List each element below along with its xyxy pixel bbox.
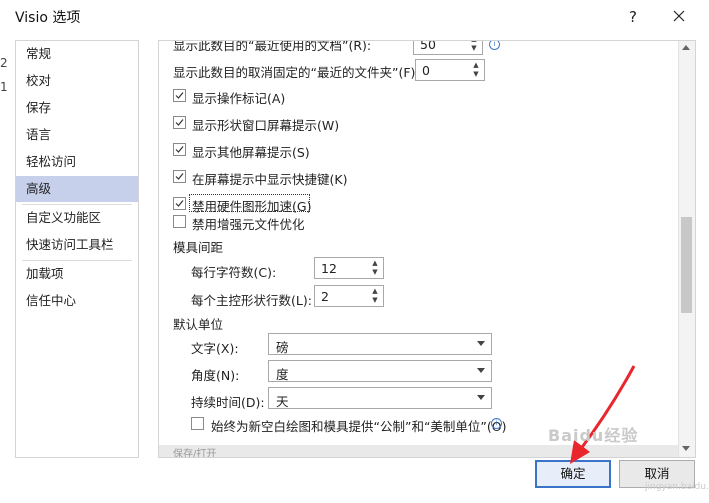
angle-unit-label: 角度(N):	[191, 368, 240, 383]
spin-up-icon[interactable]: ▲	[370, 259, 380, 268]
text-unit-select[interactable]: 磅	[268, 333, 492, 355]
scroll-down-icon[interactable]	[682, 446, 690, 451]
chevron-down-icon	[477, 368, 485, 373]
watermark: Baidu经验	[548, 426, 639, 445]
annotation-arrow	[570, 365, 636, 464]
check-icon	[175, 173, 184, 180]
info-icon: i	[489, 41, 500, 50]
recent-documents-spinner[interactable]: 50 ▲ ▼	[413, 40, 483, 55]
chars-per-row-spinner[interactable]: 12 ▲ ▼	[314, 257, 384, 279]
background-fragment: 2	[0, 56, 8, 70]
info-icon: i	[491, 418, 502, 429]
chars-per-row-value: 12	[321, 261, 337, 276]
sidebar-item-trust-center[interactable]: 信任中心	[16, 288, 138, 314]
check-icon	[175, 200, 184, 207]
pinned-folders-label: 显示此数目的取消固定的“最近的文件夹”(F):	[173, 65, 420, 80]
disable-hardware-acceleration-label: 禁用硬件图形加速(G)	[192, 199, 312, 214]
text-unit-value: 磅	[276, 340, 289, 355]
check-icon	[175, 146, 184, 153]
sidebar-item-quick-access-toolbar[interactable]: 快速访问工具栏	[16, 232, 138, 258]
disable-hardware-acceleration-checkbox[interactable]	[173, 197, 186, 210]
pinned-folders-spinner[interactable]: 0 ▲ ▼	[415, 59, 485, 81]
show-other-tips-label: 显示其他屏幕提示(S)	[192, 145, 310, 160]
recent-documents-value: 50	[420, 40, 436, 52]
text-unit-label: 文字(X):	[191, 341, 239, 356]
spin-down-icon[interactable]: ▼	[370, 268, 380, 277]
disable-enhanced-metafile-checkbox[interactable]	[173, 215, 186, 228]
recent-documents-label: 显示此数目的“最近使用的文档”(R):	[173, 40, 372, 53]
metric-us-units-label: 始终为新空白绘图和模具提供“公制”和“美制单位”(O)	[211, 419, 507, 434]
scrollbar-thumb[interactable]	[681, 217, 692, 313]
sidebar-item-proofing[interactable]: 校对	[16, 68, 138, 94]
spin-down-icon[interactable]: ▼	[469, 44, 479, 53]
close-icon	[673, 10, 685, 22]
sidebar-item-advanced[interactable]: 高级	[16, 176, 138, 202]
vertical-scrollbar[interactable]	[678, 41, 695, 457]
default-units-heading: 默认单位	[173, 317, 224, 332]
chevron-down-icon	[477, 395, 485, 400]
duration-unit-label: 持续时间(D):	[191, 395, 265, 410]
spin-down-icon[interactable]: ▼	[471, 70, 481, 79]
duration-unit-select[interactable]: 天	[268, 387, 492, 409]
disable-enhanced-metafile-label: 禁用增强元文件优化	[192, 217, 305, 232]
sidebar-item-customize-ribbon[interactable]: 自定义功能区	[16, 205, 138, 231]
scroll-up-icon[interactable]	[682, 45, 690, 50]
background-fragment: 1	[0, 80, 8, 94]
duration-unit-value: 天	[276, 394, 289, 409]
next-section-heading: 保存/打开	[173, 449, 217, 458]
rows-per-master-spinner[interactable]: 2 ▲ ▼	[314, 285, 384, 307]
sidebar-item-language[interactable]: 语言	[16, 122, 138, 148]
check-icon	[175, 119, 184, 126]
show-shortcut-keys-checkbox[interactable]	[173, 170, 186, 183]
window-title: Visio 选项	[15, 10, 81, 26]
spin-down-icon[interactable]: ▼	[370, 296, 380, 305]
chars-per-row-label: 每行字符数(C):	[191, 265, 277, 280]
show-shape-window-tips-label: 显示形状窗口屏幕提示(W)	[192, 118, 340, 133]
show-shortcut-keys-label: 在屏幕提示中显示快捷键(K)	[192, 172, 348, 187]
angle-unit-select[interactable]: 度	[268, 360, 492, 382]
title-bar: Visio 选项 ?	[0, 0, 709, 34]
show-action-tags-checkbox[interactable]	[173, 89, 186, 102]
spin-up-icon[interactable]: ▲	[370, 287, 380, 296]
show-action-tags-label: 显示操作标记(A)	[192, 91, 286, 106]
spin-up-icon[interactable]: ▲	[471, 61, 481, 70]
rows-per-master-value: 2	[321, 289, 329, 304]
check-icon	[175, 92, 184, 99]
sidebar-item-save[interactable]: 保存	[16, 95, 138, 121]
options-sidebar: 常规 校对 保存 语言 轻松访问 高级 自定义功能区 快速访问工具栏 加载项 信…	[15, 40, 139, 458]
chevron-down-icon	[477, 341, 485, 346]
pinned-folders-value: 0	[422, 63, 430, 78]
stencil-spacing-heading: 模具间距	[173, 240, 224, 255]
sidebar-item-add-ins[interactable]: 加载项	[16, 261, 138, 287]
sidebar-item-general[interactable]: 常规	[16, 41, 138, 67]
show-shape-window-tips-checkbox[interactable]	[173, 116, 186, 129]
metric-us-units-checkbox[interactable]	[191, 417, 204, 430]
rows-per-master-label: 每个主控形状行数(L):	[191, 293, 312, 308]
angle-unit-value: 度	[276, 367, 289, 382]
show-other-tips-checkbox[interactable]	[173, 143, 186, 156]
help-button[interactable]: ?	[620, 5, 646, 29]
watermark-url: jingyan.baidu.com	[645, 482, 709, 492]
sidebar-item-accessibility[interactable]: 轻松访问	[16, 149, 138, 175]
close-button[interactable]	[666, 5, 692, 29]
